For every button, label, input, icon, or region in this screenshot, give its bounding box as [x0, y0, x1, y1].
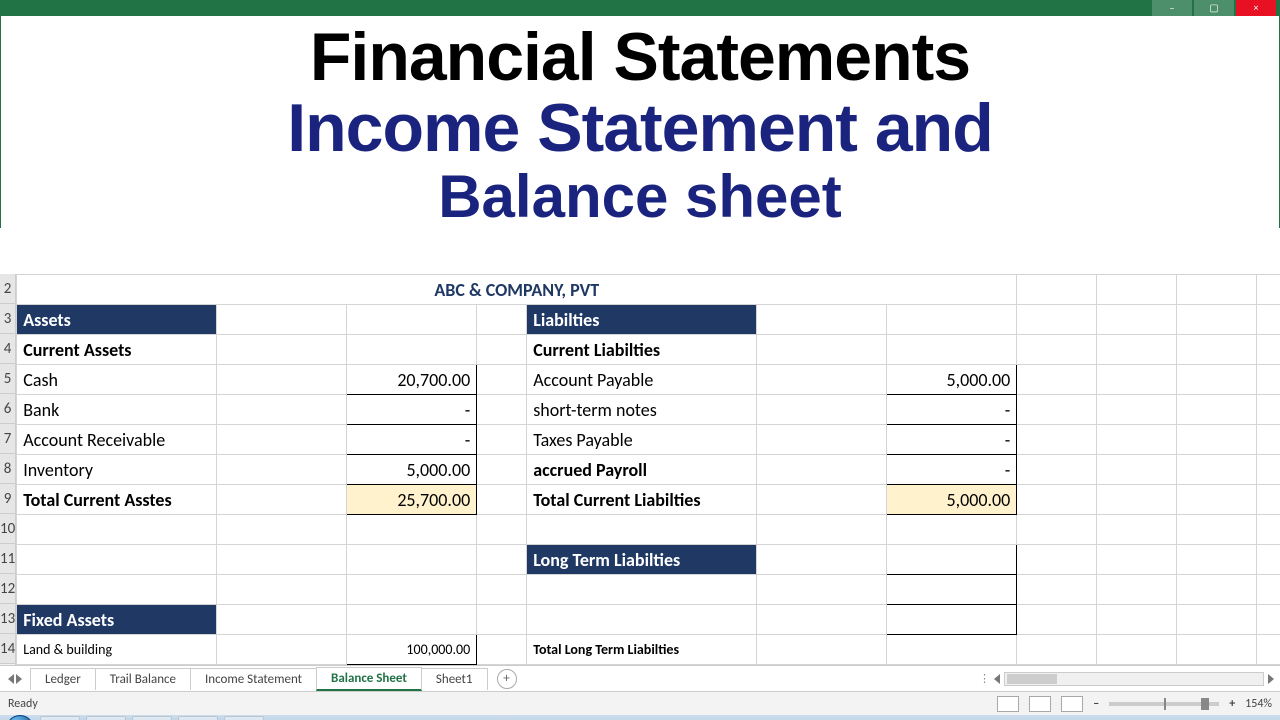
zoom-out-button[interactable]: –: [1093, 697, 1099, 711]
row-header[interactable]: 4: [0, 334, 15, 364]
window-titlebar: – ▢ ×: [0, 0, 1280, 16]
total-current-assets-label[interactable]: Total Current Asstes: [17, 485, 217, 515]
row-headers: 2 3 4 5 6 7 8 9 10 11 12 13 14: [0, 274, 16, 665]
title-line-1: Financial Statements: [1, 16, 1279, 93]
view-normal-button[interactable]: [997, 696, 1019, 712]
total-current-liab-label[interactable]: Total Current Liabilties: [527, 485, 757, 515]
current-liabilities-label[interactable]: Current Liabilties: [527, 335, 757, 365]
minimize-button[interactable]: –: [1152, 0, 1192, 16]
taskbar-app[interactable]: [40, 716, 80, 720]
spreadsheet-grid[interactable]: ABC & COMPANY, PVT Assets Liabilties Cur…: [16, 274, 1280, 665]
liab-item-label[interactable]: Account Payable: [527, 365, 757, 395]
zoom-slider[interactable]: [1109, 702, 1219, 706]
row-header[interactable]: 11: [0, 544, 15, 574]
liab-item-label[interactable]: short-term notes: [527, 395, 757, 425]
zoom-in-button[interactable]: +: [1229, 697, 1235, 711]
title-line-2: Income Statement and: [1, 93, 1279, 164]
sheet-tab-balance-sheet[interactable]: Balance Sheet: [316, 667, 422, 691]
horizontal-scrollbar[interactable]: [1004, 672, 1264, 686]
tab-nav-prev-icon[interactable]: [8, 674, 14, 684]
add-sheet-button[interactable]: +: [497, 669, 517, 689]
title-line-3: Balance sheet: [1, 165, 1279, 228]
liab-item-label[interactable]: Taxes Payable: [527, 425, 757, 455]
asset-item-value[interactable]: -: [347, 425, 477, 455]
asset-item-label[interactable]: Cash: [17, 365, 217, 395]
company-name[interactable]: ABC & COMPANY, PVT: [17, 275, 1017, 305]
row-header[interactable]: 14: [0, 634, 15, 664]
sheet-tab-trail-balance[interactable]: Trail Balance: [95, 668, 191, 690]
row-header[interactable]: 13: [0, 604, 15, 634]
taskbar-app[interactable]: [86, 716, 126, 720]
lt-liab-value[interactable]: [887, 575, 1017, 605]
row-header[interactable]: 12: [0, 574, 15, 604]
total-lt-liab-label[interactable]: Total Long Term Liabilties: [527, 635, 757, 665]
liabilities-header[interactable]: Liabilties: [527, 305, 757, 335]
maximize-button[interactable]: ▢: [1194, 0, 1234, 16]
tab-nav-next-icon[interactable]: [16, 674, 22, 684]
row-header[interactable]: 8: [0, 454, 15, 484]
slide-title-overlay: Financial Statements Income Statement an…: [0, 16, 1280, 228]
asset-item-label[interactable]: Inventory: [17, 455, 217, 485]
row-header[interactable]: 9: [0, 484, 15, 514]
assets-header[interactable]: Assets: [17, 305, 217, 335]
fixed-assets-header[interactable]: Fixed Assets: [17, 605, 217, 635]
zoom-level[interactable]: 154%: [1245, 697, 1272, 711]
taskbar-app[interactable]: [132, 716, 172, 720]
view-page-layout-button[interactable]: [1029, 696, 1051, 712]
sheet-tab-income-statement[interactable]: Income Statement: [190, 668, 317, 690]
status-ready: Ready: [8, 697, 38, 711]
lt-liab-value[interactable]: [887, 545, 1017, 575]
asset-item-value[interactable]: 20,700.00: [347, 365, 477, 395]
start-button[interactable]: [6, 715, 34, 720]
current-assets-label[interactable]: Current Assets: [17, 335, 217, 365]
sheet-tab-sheet1[interactable]: Sheet1: [421, 668, 488, 690]
row-header[interactable]: 10: [0, 514, 15, 544]
fixed-asset-item-label[interactable]: Land & building: [17, 635, 217, 665]
asset-item-value[interactable]: -: [347, 395, 477, 425]
taskbar-app[interactable]: [224, 716, 264, 720]
total-current-liab-value[interactable]: 5,000.00: [887, 485, 1017, 515]
long-term-liab-header[interactable]: Long Term Liabilties: [527, 545, 757, 575]
asset-item-label[interactable]: Account Receivable: [17, 425, 217, 455]
asset-item-value[interactable]: 5,000.00: [347, 455, 477, 485]
row-header[interactable]: 3: [0, 304, 15, 334]
liab-item-value[interactable]: -: [887, 425, 1017, 455]
windows-taskbar: [0, 715, 1280, 720]
tab-divider-icon: ⋮: [979, 672, 990, 685]
hscroll-left-icon[interactable]: [994, 674, 1000, 684]
liab-item-value[interactable]: -: [887, 455, 1017, 485]
liab-item-value[interactable]: 5,000.00: [887, 365, 1017, 395]
view-page-break-button[interactable]: [1061, 696, 1083, 712]
close-button[interactable]: ×: [1236, 0, 1276, 16]
total-current-assets-value[interactable]: 25,700.00: [347, 485, 477, 515]
sheet-tab-ledger[interactable]: Ledger: [30, 668, 96, 690]
sheet-tab-strip: Ledger Trail Balance Income Statement Ba…: [0, 665, 1280, 691]
liab-item-label[interactable]: accrued Payroll: [527, 455, 757, 485]
asset-item-label[interactable]: Bank: [17, 395, 217, 425]
taskbar-app[interactable]: [178, 716, 218, 720]
row-header[interactable]: 2: [0, 274, 15, 304]
row-header[interactable]: 7: [0, 424, 15, 454]
hscroll-right-icon[interactable]: [1268, 674, 1274, 684]
liab-item-value[interactable]: -: [887, 395, 1017, 425]
row-header[interactable]: 5: [0, 364, 15, 394]
lt-liab-value[interactable]: [887, 605, 1017, 635]
row-header[interactable]: 6: [0, 394, 15, 424]
fixed-asset-item-value[interactable]: 100,000.00: [347, 635, 477, 665]
status-bar: Ready – + 154%: [0, 691, 1280, 715]
